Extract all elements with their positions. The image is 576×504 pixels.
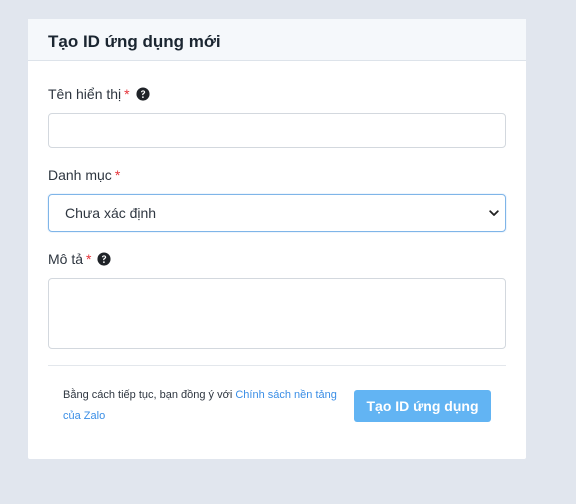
terms-prefix: Bằng cách tiếp tục, bạn đồng ý với xyxy=(63,389,233,401)
category-label-text: Danh mục xyxy=(48,167,112,183)
category-selected-value: Chưa xác định xyxy=(65,205,157,221)
description-textarea[interactable] xyxy=(48,278,506,349)
display-name-input[interactable] xyxy=(48,113,506,148)
question-circle-icon[interactable] xyxy=(97,252,112,266)
page-title: Tạo ID ứng dụng mới xyxy=(48,31,221,51)
description-label: Mô tả * xyxy=(48,249,506,269)
required-mark: * xyxy=(114,167,121,183)
description-label-text: Mô tả xyxy=(48,251,84,267)
create-app-id-button[interactable]: Tạo ID ứng dụng xyxy=(354,390,491,422)
required-mark: * xyxy=(124,86,130,102)
create-app-form: Tên hiển thị * Danh mục * Chưa xác định … xyxy=(28,61,526,427)
required-mark: * xyxy=(86,251,92,267)
card-header: Tạo ID ứng dụng mới xyxy=(28,19,526,61)
question-circle-icon[interactable] xyxy=(136,87,150,101)
form-footer: Bằng cách tiếp tục, bạn đồng ý với Chính… xyxy=(48,385,506,427)
category-select[interactable]: Chưa xác định xyxy=(48,194,506,232)
create-app-card: Tạo ID ứng dụng mới Tên hiển thị * Danh … xyxy=(28,19,526,459)
terms-text: Bằng cách tiếp tục, bạn đồng ý với Chính… xyxy=(63,385,345,427)
display-name-label-text: Tên hiển thị xyxy=(48,86,122,102)
chevron-down-icon xyxy=(489,210,499,216)
display-name-label: Tên hiển thị * xyxy=(48,84,506,104)
category-label: Danh mục * xyxy=(48,165,506,185)
